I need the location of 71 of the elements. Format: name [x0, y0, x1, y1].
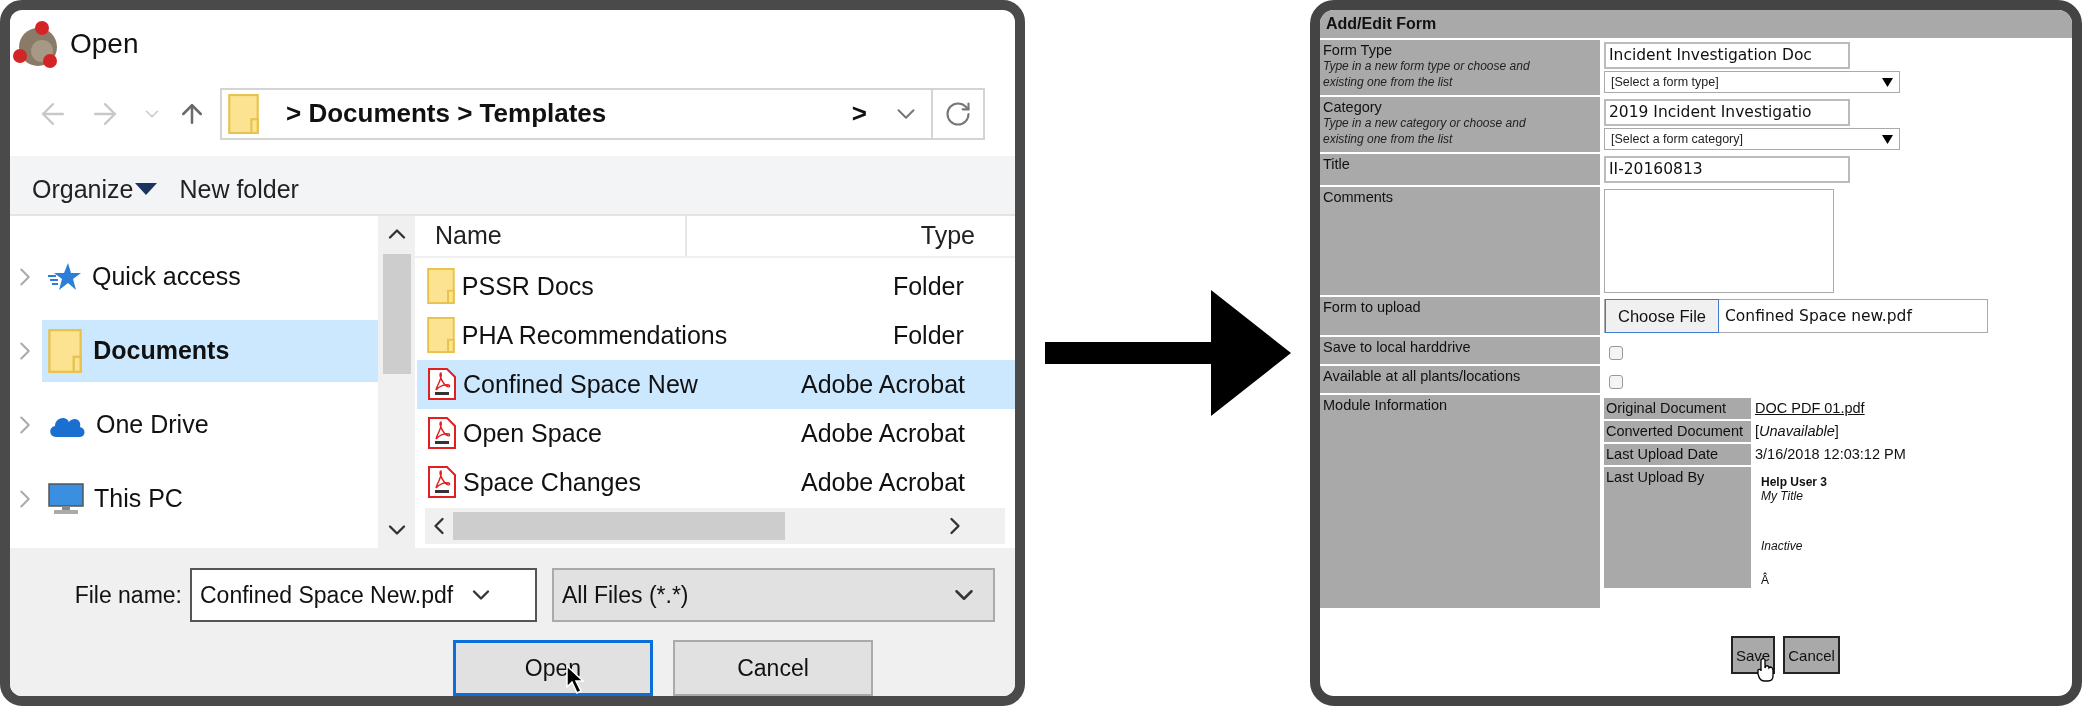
column-header[interactable]: Type	[687, 221, 985, 251]
user-title: My Title	[1761, 489, 1804, 503]
text-field[interactable]: 2019 Incident Investigatio	[1604, 99, 1850, 126]
user-status: Inactive	[1761, 539, 1804, 553]
nav-pane-item[interactable]: One Drive	[42, 393, 378, 456]
field-label: Comments	[1323, 189, 1395, 205]
folder-icon	[48, 328, 84, 373]
file-row[interactable]: Open Space Adobe Acrobat	[417, 408, 1015, 458]
nav-pane-item[interactable]: Documents	[42, 319, 378, 382]
pdf-file-icon	[427, 465, 457, 500]
form-title: Add/Edit Form	[1320, 10, 2072, 40]
field-label: Available at all plants/locations	[1323, 368, 1522, 384]
pdf-file-icon	[427, 416, 457, 451]
breadcrumb-path: > Documents > Templates	[286, 98, 607, 130]
horizontal-scrollbar[interactable]	[425, 508, 1005, 544]
file-field[interactable]: Choose File Confined Space new.pdf	[1604, 299, 1988, 333]
text-field[interactable]: Incident Investigation Doc	[1604, 42, 1850, 69]
field-label: Form to upload	[1323, 299, 1422, 315]
info-value: [Unavailable]	[1755, 423, 1839, 439]
folder-icon	[427, 317, 456, 354]
file-type-dropdown[interactable]: All Files (*.*)	[552, 568, 995, 622]
folder-icon	[228, 93, 260, 134]
organize-menu[interactable]: Organize	[32, 174, 158, 204]
field-hint: Type in a new category or choose and existing one from the list	[1323, 115, 1527, 148]
stray-character: Â	[1761, 573, 1770, 587]
info-value: 3/16/2018 12:03:12 PM	[1755, 446, 1906, 462]
field-hint: Type in a new form type or choose and existing one from the list	[1323, 58, 1531, 91]
file-name-field[interactable]: Confined Space New.pdf	[190, 568, 537, 622]
info-label: Last Upload By	[1604, 467, 1751, 588]
folder-icon	[427, 268, 456, 305]
file-name-label: File name:	[73, 581, 183, 609]
checkbox[interactable]	[1609, 375, 1623, 389]
field-label: Category	[1323, 99, 1383, 115]
comments-textarea[interactable]	[1604, 189, 1834, 293]
document-link[interactable]: DOC PDF 01.pdf	[1755, 400, 1865, 416]
file-row[interactable]: Space Changes Adobe Acrobat	[417, 457, 1015, 507]
chosen-file-name: Confined Space new.pdf	[1724, 307, 1912, 325]
open-button[interactable]: Open	[453, 640, 653, 696]
info-label: Converted Document	[1604, 421, 1751, 442]
pdf-file-icon	[427, 367, 457, 402]
address-bar[interactable]: > Documents > Templates >	[220, 87, 985, 140]
star-icon	[48, 261, 82, 292]
dropdown-triangle-icon	[1882, 77, 1893, 87]
user-name: Help User 3	[1761, 475, 1828, 489]
file-row[interactable]: PSSR Docs Folder	[417, 261, 1015, 311]
nav-pane-item[interactable]: This PC	[42, 467, 378, 530]
refresh-icon	[944, 99, 972, 128]
text-field[interactable]: II-20160813	[1604, 156, 1850, 183]
checkbox[interactable]	[1609, 346, 1623, 360]
file-row[interactable]: PHA Recommendations Folder	[417, 310, 1015, 360]
info-label: Original Document	[1604, 398, 1751, 419]
new-folder-button[interactable]: New folder	[179, 174, 299, 204]
field-label: Form Type	[1323, 42, 1394, 58]
dialog-title: Open	[70, 27, 139, 60]
field-label: Save to local harddrive	[1323, 339, 1472, 355]
field-label: Module Information	[1323, 397, 1449, 413]
info-label: Last Upload Date	[1604, 444, 1751, 465]
select-dropdown[interactable]: [Select a form type]	[1604, 71, 1900, 93]
breadcrumb-overflow[interactable]: >	[851, 98, 867, 130]
file-row[interactable]: Confined Space New Adobe Acrobat	[417, 359, 1015, 409]
dropdown-triangle-icon	[1882, 134, 1893, 144]
column-header[interactable]: Name	[415, 215, 687, 256]
choose-file-button[interactable]: Choose File	[1605, 299, 1720, 333]
field-label: Title	[1323, 156, 1351, 172]
cancel-button[interactable]: Cancel	[673, 640, 873, 696]
caret-icon	[135, 183, 158, 196]
computer-icon	[48, 482, 84, 515]
cancel-button[interactable]: Cancel	[1783, 636, 1840, 674]
vertical-scrollbar[interactable]	[378, 215, 415, 548]
select-dropdown[interactable]: [Select a form category]	[1604, 128, 1900, 150]
nav-pane-item[interactable]: Quick access	[42, 245, 378, 308]
